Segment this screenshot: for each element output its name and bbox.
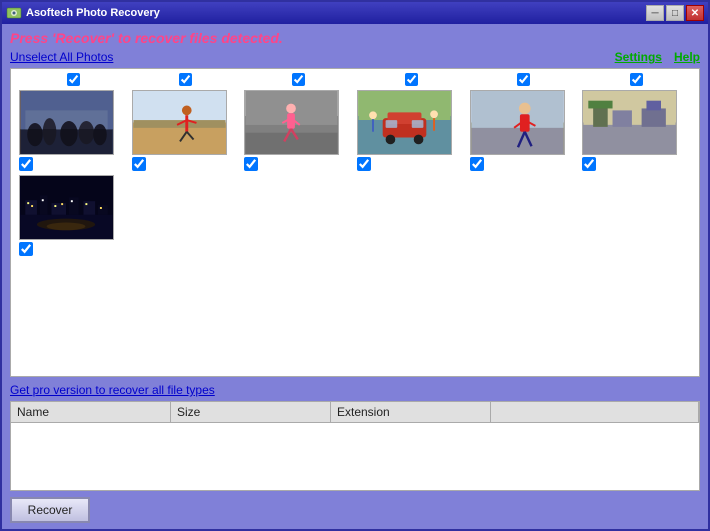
col-extra bbox=[491, 402, 699, 422]
photo-item-5 bbox=[470, 90, 579, 171]
photo-check-row-1 bbox=[19, 157, 33, 171]
settings-link[interactable]: Settings bbox=[615, 50, 662, 64]
photo-check-row-3 bbox=[244, 157, 258, 171]
photo-svg-5 bbox=[471, 91, 564, 154]
photo-checkbox-4[interactable] bbox=[357, 157, 371, 171]
photo-thumb-5 bbox=[470, 90, 565, 155]
top-checkbox-6[interactable] bbox=[630, 73, 643, 86]
top-check-6 bbox=[582, 73, 691, 86]
photo-check-row-5 bbox=[470, 157, 484, 171]
window-title: Asoftech Photo Recovery bbox=[26, 7, 160, 19]
close-button[interactable]: ✕ bbox=[686, 5, 704, 21]
top-checkbox-4[interactable] bbox=[405, 73, 418, 86]
photo-scroll-area[interactable] bbox=[11, 69, 699, 376]
top-checkbox-2[interactable] bbox=[179, 73, 192, 86]
top-checkboxes-row bbox=[15, 73, 695, 86]
maximize-button[interactable]: □ bbox=[666, 5, 684, 21]
photo-item-7 bbox=[19, 175, 128, 256]
photo-thumb-2 bbox=[132, 90, 227, 155]
photo-thumb-6 bbox=[582, 90, 677, 155]
photo-thumb-4 bbox=[357, 90, 452, 155]
photo-checkbox-6[interactable] bbox=[582, 157, 596, 171]
photo-checkbox-5[interactable] bbox=[470, 157, 484, 171]
photo-panel bbox=[10, 68, 700, 377]
pro-link[interactable]: Get pro version to recover all file type… bbox=[10, 383, 215, 397]
photo-item-3 bbox=[244, 90, 353, 171]
title-controls: ─ □ ✕ bbox=[646, 5, 704, 21]
photo-checkbox-1[interactable] bbox=[19, 157, 33, 171]
title-bar-left: Asoftech Photo Recovery bbox=[6, 5, 160, 21]
top-check-5 bbox=[470, 73, 579, 86]
top-links: Settings Help bbox=[615, 50, 700, 64]
photo-check-row-6 bbox=[582, 157, 596, 171]
app-icon bbox=[6, 5, 22, 21]
top-checkbox-1[interactable] bbox=[67, 73, 80, 86]
top-check-1 bbox=[19, 73, 128, 86]
photo-check-row-2 bbox=[132, 157, 146, 171]
photo-item-6 bbox=[582, 90, 691, 171]
photo-svg-2 bbox=[133, 91, 226, 154]
minimize-button[interactable]: ─ bbox=[646, 5, 664, 21]
photo-thumb-1 bbox=[19, 90, 114, 155]
photo-grid bbox=[15, 86, 695, 260]
photo-checkbox-2[interactable] bbox=[132, 157, 146, 171]
recover-btn-container: Recover bbox=[10, 495, 700, 523]
photo-svg-1 bbox=[20, 91, 113, 154]
top-checkbox-5[interactable] bbox=[517, 73, 530, 86]
photo-svg-3 bbox=[245, 91, 338, 154]
col-name: Name bbox=[11, 402, 171, 422]
prompt-text: Press 'Recover' to recover files detecte… bbox=[10, 30, 700, 46]
content-area: Press 'Recover' to recover files detecte… bbox=[2, 24, 708, 529]
title-bar: Asoftech Photo Recovery ─ □ ✕ bbox=[2, 2, 708, 24]
file-table-body bbox=[11, 423, 699, 483]
file-table-header: Name Size Extension bbox=[11, 402, 699, 423]
top-check-4 bbox=[357, 73, 466, 86]
photo-item-4 bbox=[357, 90, 466, 171]
photo-check-row-4 bbox=[357, 157, 371, 171]
photo-svg-4 bbox=[358, 91, 451, 154]
help-link[interactable]: Help bbox=[674, 50, 700, 64]
top-check-3 bbox=[244, 73, 353, 86]
photo-thumb-7 bbox=[19, 175, 114, 240]
pro-link-bar: Get pro version to recover all file type… bbox=[10, 383, 700, 397]
photo-item-1 bbox=[19, 90, 128, 171]
photo-checkbox-3[interactable] bbox=[244, 157, 258, 171]
main-window: Asoftech Photo Recovery ─ □ ✕ Press 'Rec… bbox=[0, 0, 710, 531]
photo-thumb-3 bbox=[244, 90, 339, 155]
photo-check-row-7 bbox=[19, 242, 33, 256]
file-table-container: Name Size Extension bbox=[10, 401, 700, 491]
unselect-all-link[interactable]: Unselect All Photos bbox=[10, 50, 113, 64]
top-checkbox-3[interactable] bbox=[292, 73, 305, 86]
top-check-2 bbox=[132, 73, 241, 86]
photo-item-2 bbox=[132, 90, 241, 171]
col-size: Size bbox=[171, 402, 331, 422]
col-extension: Extension bbox=[331, 402, 491, 422]
photo-svg-7 bbox=[20, 176, 113, 239]
top-bar: Unselect All Photos Settings Help bbox=[10, 50, 700, 64]
photo-svg-6 bbox=[583, 91, 676, 154]
photo-checkbox-7[interactable] bbox=[19, 242, 33, 256]
recover-button[interactable]: Recover bbox=[10, 497, 90, 523]
